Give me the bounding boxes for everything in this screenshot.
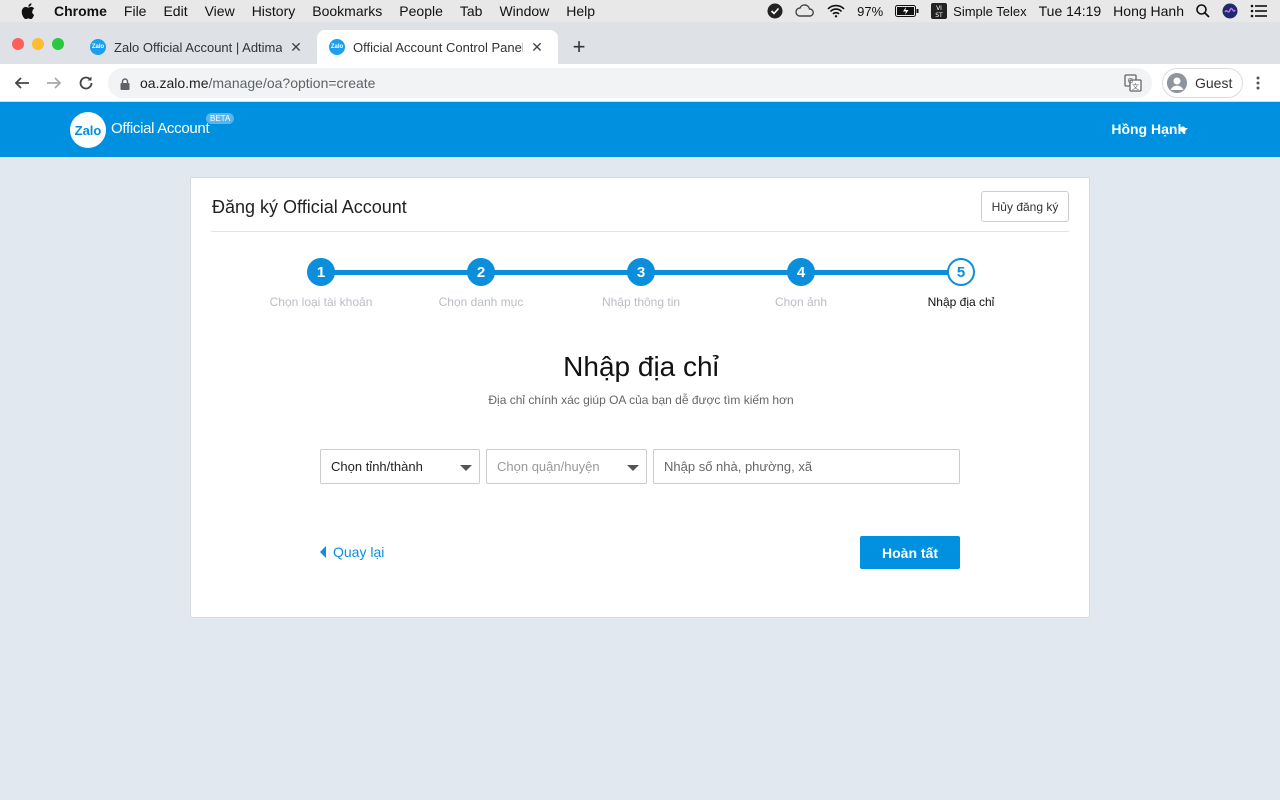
step-label: Chọn ảnh bbox=[774, 295, 828, 309]
creative-cloud-icon[interactable] bbox=[795, 4, 815, 18]
caret-left-icon bbox=[320, 546, 326, 558]
battery-percent: 97% bbox=[857, 3, 884, 19]
menu-history[interactable]: History bbox=[252, 3, 296, 19]
wifi-icon[interactable] bbox=[827, 4, 845, 18]
minimize-window-button[interactable] bbox=[32, 38, 44, 50]
district-select[interactable]: Chọn quận/huyện bbox=[486, 449, 647, 484]
battery-icon[interactable] bbox=[895, 5, 919, 17]
notification-center-icon[interactable] bbox=[1250, 4, 1268, 18]
profile-button[interactable]: Guest bbox=[1162, 68, 1244, 98]
zalo-favicon-icon: Zalo bbox=[329, 39, 345, 55]
reload-icon[interactable] bbox=[74, 71, 98, 95]
chevron-down-icon bbox=[627, 465, 639, 471]
menu-window[interactable]: Window bbox=[499, 3, 549, 19]
menubar-status-area: 97% VI ST Simple Telex Tue 14:19 Hong Han… bbox=[767, 0, 1280, 22]
translate-icon[interactable]: 文G bbox=[1124, 74, 1142, 92]
beta-badge: BETA bbox=[206, 113, 235, 124]
step-number: 3 bbox=[627, 258, 655, 286]
street-address-input[interactable] bbox=[653, 449, 960, 484]
step-label: Chọn loại tài khoản bbox=[269, 295, 373, 309]
svg-text:G: G bbox=[1128, 77, 1133, 85]
url-path: /manage/oa?option=create bbox=[208, 75, 376, 91]
menu-help[interactable]: Help bbox=[566, 3, 595, 19]
step-number: 5 bbox=[947, 258, 975, 286]
page-title: Đăng ký Official Account bbox=[212, 197, 407, 217]
province-select-value: Chọn tỉnh/thành bbox=[331, 459, 423, 474]
site-header: Zalo Official Account BETA Hồng Hạnh bbox=[0, 102, 1280, 157]
menubar-clock[interactable]: Tue 14:19 bbox=[1039, 3, 1102, 19]
browser-tab-strip: Zalo Zalo Official Account | Adtima ✕ Za… bbox=[0, 22, 1280, 64]
step-number: 2 bbox=[467, 258, 495, 286]
menubar-username[interactable]: Hong Hanh bbox=[1113, 3, 1184, 19]
menu-people[interactable]: People bbox=[399, 3, 443, 19]
address-bar[interactable]: oa.zalo.me /manage/oa?option=create 文G bbox=[108, 68, 1152, 98]
tab-title: Zalo Official Account | Adtima bbox=[114, 39, 282, 55]
back-link[interactable]: Quay lại bbox=[320, 544, 384, 560]
browser-tab[interactable]: Zalo Zalo Official Account | Adtima ✕ bbox=[78, 30, 316, 64]
new-tab-plus-icon[interactable]: + bbox=[568, 34, 590, 59]
zalo-logo[interactable]: Zalo bbox=[70, 112, 106, 148]
apple-menu-icon[interactable] bbox=[20, 3, 36, 19]
step-2: 2 Chọn danh mục bbox=[401, 258, 561, 309]
menu-app-name[interactable]: Chrome bbox=[54, 3, 107, 19]
step-3: 3 Nhập thông tin bbox=[561, 258, 721, 309]
menu-edit[interactable]: Edit bbox=[163, 3, 187, 19]
checkmark-shield-icon[interactable] bbox=[767, 3, 783, 19]
maximize-window-button[interactable] bbox=[52, 38, 64, 50]
site-title[interactable]: Official Account bbox=[111, 120, 210, 137]
chevron-down-icon bbox=[460, 465, 472, 471]
browser-tab-active[interactable]: Zalo Official Account Control Panel ✕ bbox=[317, 30, 558, 64]
macos-menu-bar: Chrome File Edit View History Bookmarks … bbox=[0, 0, 1280, 22]
user-menu[interactable]: Hồng Hạnh bbox=[1111, 121, 1186, 137]
close-window-button[interactable] bbox=[12, 38, 24, 50]
province-select[interactable]: Chọn tỉnh/thành bbox=[320, 449, 480, 484]
divider bbox=[211, 231, 1069, 232]
step-label: Chọn danh mục bbox=[438, 295, 524, 309]
more-menu-icon[interactable] bbox=[1250, 72, 1266, 94]
cancel-registration-button[interactable]: Hủy đăng ký bbox=[981, 191, 1069, 222]
tab-close-icon[interactable]: ✕ bbox=[288, 39, 304, 56]
step-number: 4 bbox=[787, 258, 815, 286]
step-number: 1 bbox=[307, 258, 335, 286]
browser-toolbar: oa.zalo.me /manage/oa?option=create 文G G… bbox=[0, 64, 1280, 102]
input-method-icon[interactable]: VI ST bbox=[931, 3, 948, 19]
step-label: Nhập địa chỉ bbox=[927, 295, 995, 309]
district-select-placeholder: Chọn quận/huyện bbox=[497, 459, 600, 474]
step-label: Nhập thông tin bbox=[601, 295, 681, 309]
zalo-favicon-icon: Zalo bbox=[90, 39, 106, 55]
siri-icon[interactable] bbox=[1222, 3, 1238, 19]
back-arrow-icon[interactable] bbox=[10, 71, 34, 95]
input-method-label[interactable]: Simple Telex bbox=[953, 4, 1026, 19]
step-1: 1 Chọn loại tài khoản bbox=[241, 258, 401, 309]
step-5-current: 5 Nhập địa chỉ bbox=[881, 258, 1041, 309]
url-host: oa.zalo.me bbox=[140, 75, 209, 91]
svg-text:ST: ST bbox=[935, 12, 943, 19]
menu-view[interactable]: View bbox=[205, 3, 235, 19]
tab-title: Official Account Control Panel bbox=[353, 39, 523, 55]
menu-bookmarks[interactable]: Bookmarks bbox=[312, 3, 382, 19]
menu-tab[interactable]: Tab bbox=[460, 3, 483, 19]
svg-text:VI: VI bbox=[936, 5, 942, 12]
tab-close-icon[interactable]: ✕ bbox=[529, 39, 545, 56]
back-link-label: Quay lại bbox=[333, 544, 385, 560]
spotlight-search-icon[interactable] bbox=[1196, 4, 1210, 18]
registration-card: Đăng ký Official Account Hủy đăng ký 1 C… bbox=[190, 177, 1090, 618]
profile-label: Guest bbox=[1195, 75, 1233, 91]
avatar-icon bbox=[1167, 73, 1187, 93]
section-heading: Nhập địa chỉ bbox=[563, 351, 719, 382]
progress-stepper: 1 Chọn loại tài khoản 2 Chọn danh mục 3 … bbox=[191, 258, 1091, 318]
menu-file[interactable]: File bbox=[124, 3, 147, 19]
finish-button[interactable]: Hoàn tất bbox=[860, 536, 960, 569]
forward-arrow-icon[interactable] bbox=[42, 71, 66, 95]
section-subheading: Địa chỉ chính xác giúp OA của bạn dễ đượ… bbox=[488, 393, 794, 407]
lock-icon[interactable] bbox=[120, 77, 130, 90]
chevron-down-icon[interactable] bbox=[1178, 128, 1188, 133]
window-controls bbox=[12, 38, 72, 50]
step-4: 4 Chọn ảnh bbox=[721, 258, 881, 309]
